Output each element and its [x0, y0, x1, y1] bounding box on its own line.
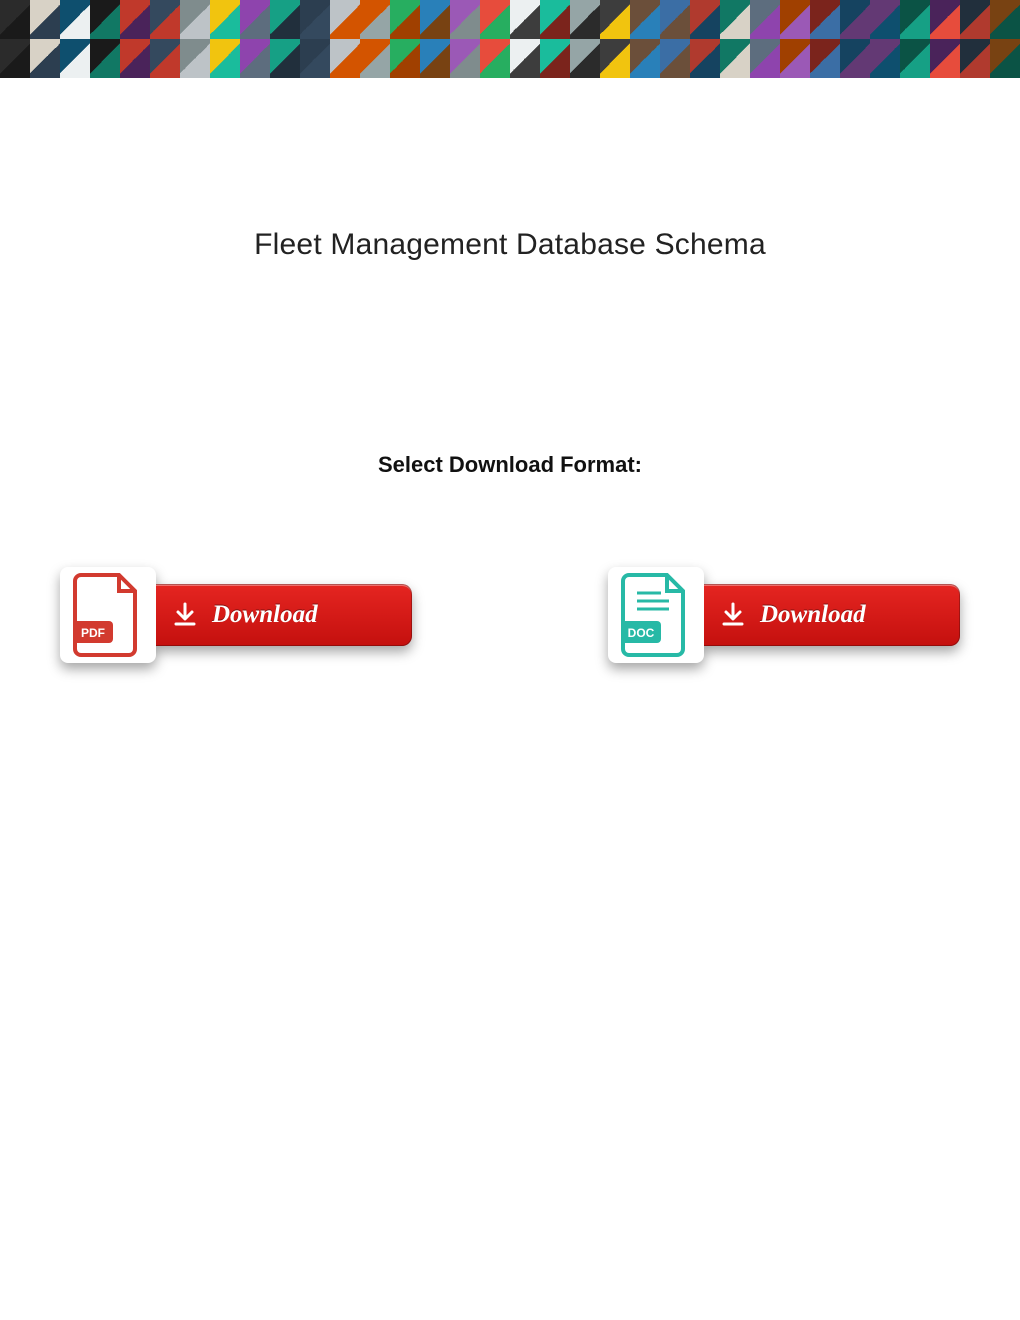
banner-tile [210, 0, 240, 39]
banner-tile [300, 0, 330, 39]
download-doc-button[interactable]: Download [690, 584, 960, 646]
banner-tile [990, 0, 1020, 39]
banner-tile [900, 39, 930, 78]
banner-tile [390, 0, 420, 39]
banner-tile [480, 0, 510, 39]
banner-collage [0, 0, 1020, 78]
page-title: Fleet Management Database Schema [0, 228, 1020, 262]
download-doc-label: Download [760, 601, 866, 629]
download-pdf-block: PDF Download [60, 567, 412, 663]
banner-tile [840, 0, 870, 39]
banner-tile [750, 0, 780, 39]
banner-tile [0, 0, 30, 39]
banner-tile [870, 0, 900, 39]
banner-tile [960, 0, 990, 39]
banner-tile [270, 39, 300, 78]
banner-tile [180, 39, 210, 78]
banner-tile [420, 0, 450, 39]
banner-tile [540, 39, 570, 78]
banner-tile [30, 39, 60, 78]
banner-tile [390, 39, 420, 78]
banner-tile [660, 0, 690, 39]
banner-tile [90, 39, 120, 78]
pdf-file-icon: PDF [60, 567, 156, 663]
banner-tile [90, 0, 120, 39]
banner-tile [420, 39, 450, 78]
banner-tile [720, 0, 750, 39]
banner-tile [690, 0, 720, 39]
banner-tile [120, 0, 150, 39]
format-section: Select Download Format: [0, 452, 1020, 482]
banner-tile [960, 39, 990, 78]
banner-tile [690, 39, 720, 78]
banner-tile [450, 0, 480, 39]
download-arrow-icon [720, 602, 746, 628]
banner-tile [360, 0, 390, 39]
banner-tile [330, 39, 360, 78]
banner-tile [120, 39, 150, 78]
banner-tile [330, 0, 360, 39]
banner-tile [180, 0, 210, 39]
banner-tile [930, 0, 960, 39]
banner-tile [0, 39, 30, 78]
banner-tile [510, 0, 540, 39]
banner-tile [810, 0, 840, 39]
banner-tile [510, 39, 540, 78]
download-pdf-button[interactable]: Download [142, 584, 412, 646]
banner-tile [60, 0, 90, 39]
banner-tile [600, 0, 630, 39]
banner-tile [240, 39, 270, 78]
svg-text:DOC: DOC [628, 626, 655, 640]
banner-tile [630, 0, 660, 39]
download-pdf-label: Download [212, 601, 318, 629]
banner-tile [570, 39, 600, 78]
banner-tile [750, 39, 780, 78]
banner-tile [840, 39, 870, 78]
banner-tile [600, 39, 630, 78]
banner-tile [240, 0, 270, 39]
banner-tile [900, 0, 930, 39]
banner-tile [660, 39, 690, 78]
banner-tile [450, 39, 480, 78]
svg-text:PDF: PDF [81, 626, 105, 640]
banner-tile [270, 0, 300, 39]
banner-tile [30, 0, 60, 39]
download-arrow-icon [172, 602, 198, 628]
download-doc-block: DOC Download [608, 567, 960, 663]
banner-tile [210, 39, 240, 78]
banner-tile [780, 39, 810, 78]
banner-tile [930, 39, 960, 78]
banner-tile [720, 39, 750, 78]
banner-tile [300, 39, 330, 78]
banner-tile [780, 0, 810, 39]
banner-tile [150, 0, 180, 39]
banner-tile [630, 39, 660, 78]
banner-tile [870, 39, 900, 78]
banner-tile [150, 39, 180, 78]
banner-tile [570, 0, 600, 39]
banner-tile [540, 0, 570, 39]
banner-tile [360, 39, 390, 78]
banner-tile [60, 39, 90, 78]
doc-file-icon: DOC [608, 567, 704, 663]
select-format-label: Select Download Format: [0, 452, 1020, 478]
banner-tile [480, 39, 510, 78]
banner-tile [990, 39, 1020, 78]
banner-tile [810, 39, 840, 78]
download-buttons-row: PDF Download DOC [0, 567, 1020, 663]
